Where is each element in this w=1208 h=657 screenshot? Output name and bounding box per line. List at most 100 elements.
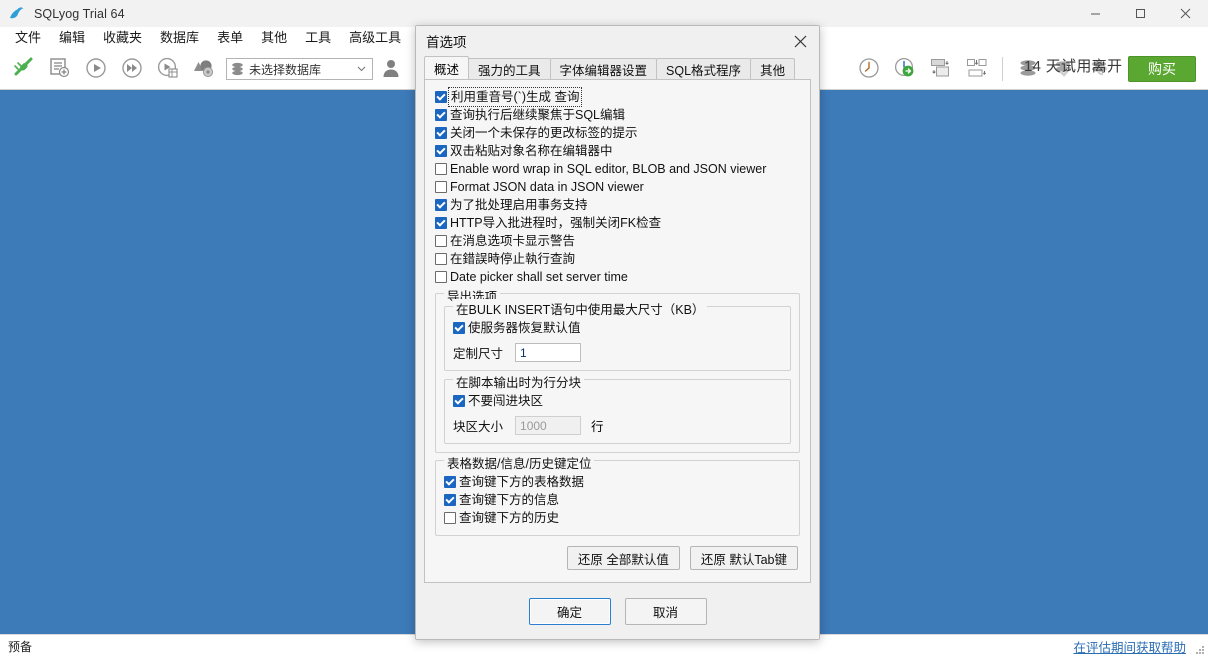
database-select[interactable]: 未选择数据库	[226, 58, 373, 80]
schedule-button[interactable]	[887, 52, 923, 86]
menu-table[interactable]: 表单	[208, 28, 252, 48]
checkbox-keep-focus-sql-editor[interactable]: 查询执行后继续聚焦于SQL编辑	[435, 106, 800, 124]
new-document-icon	[48, 57, 72, 82]
menu-favorites[interactable]: 收藏夹	[94, 28, 151, 48]
user-icon	[381, 58, 401, 81]
restore-buttons-row: 还原 全部默认值 还原 默认Tab键	[435, 546, 800, 570]
checkbox-box[interactable]	[435, 181, 447, 193]
dialog-footer: 确定 取消	[416, 583, 819, 639]
menu-database[interactable]: 数据库	[151, 28, 208, 48]
app-title: SQLyog Trial 64	[34, 6, 125, 21]
fast-forward-icon	[120, 57, 144, 82]
tab-font-editor-settings[interactable]: 字体编辑器设置	[549, 58, 658, 79]
tab-other[interactable]: 其他	[750, 58, 796, 79]
chunk-group: 在脚本输出时为行分块 不要闯进块区 块区大小 行	[444, 372, 791, 444]
checkbox-use-server-default[interactable]: 使服务器恢复默认值	[453, 319, 782, 337]
status-text: 预备	[8, 639, 33, 654]
restore-default-tab-button[interactable]: 还原 默认Tab键	[689, 546, 798, 570]
chunk-size-input[interactable]	[515, 416, 582, 435]
checkbox-do-not-chunk[interactable]: 不要闯进块区	[453, 392, 782, 410]
menu-file[interactable]: 文件	[6, 28, 50, 48]
checkbox-grid-data-below-query[interactable]: 查询键下方的表格数据	[444, 473, 791, 491]
dialog-close-button[interactable]	[781, 26, 819, 56]
checkbox-box[interactable]	[435, 253, 447, 265]
checkbox-box[interactable]	[435, 235, 447, 247]
checkbox-box[interactable]	[435, 109, 447, 121]
checkbox-box[interactable]	[435, 127, 447, 139]
execute-query-to-grid-button[interactable]	[150, 52, 186, 86]
chevron-down-icon[interactable]	[350, 66, 372, 72]
checkbox-label: 查询执行后继续聚焦于SQL编辑	[450, 108, 626, 122]
checkbox-label: 查询键下方的信息	[459, 493, 560, 507]
checkbox-box[interactable]	[435, 217, 447, 229]
checkbox-box[interactable]	[435, 145, 447, 157]
stop-query-button[interactable]	[186, 52, 222, 86]
checkbox-date-picker-server-time[interactable]: Date picker shall set server time	[435, 268, 800, 286]
checkbox-box[interactable]	[453, 395, 465, 407]
checkbox-doubleclick-paste-object-name[interactable]: 双击粘贴对象名称在编辑器中	[435, 142, 800, 160]
execute-query-button[interactable]	[78, 52, 114, 86]
close-button[interactable]	[1163, 0, 1208, 27]
cancel-button[interactable]: 取消	[624, 597, 707, 625]
checkbox-box[interactable]	[435, 163, 447, 175]
checkbox-generate-query-with-backticks[interactable]: 利用重音号(`)生成 查询	[435, 87, 800, 107]
ok-button[interactable]: 确定	[528, 597, 611, 625]
menu-tools[interactable]: 工具	[296, 28, 340, 48]
restore-all-defaults-button[interactable]: 还原 全部默认值	[566, 546, 680, 570]
user-button[interactable]	[373, 52, 409, 86]
checkbox-label: 查询键下方的表格数据	[459, 475, 585, 489]
menu-other[interactable]: 其他	[252, 28, 296, 48]
form-view-button[interactable]	[959, 52, 995, 86]
toolbar-separator	[1002, 57, 1003, 81]
grid-placement-group: 表格数据/信息/历史键定位 查询键下方的表格数据 查询键下方的信息 查询键下方的…	[435, 453, 800, 536]
checkbox-label: 关闭一个未保存的更改标签的提示	[450, 126, 638, 140]
checkbox-stop-query-on-error[interactable]: 在錯誤時停止執行查詢	[435, 250, 800, 268]
grid-placement-label: 表格数据/信息/历史键定位	[444, 453, 595, 472]
checkbox-box[interactable]	[453, 322, 465, 334]
checkbox-box[interactable]	[444, 476, 456, 488]
checkbox-enable-transaction-batch[interactable]: 为了批处理启用事务支持	[435, 196, 800, 214]
checkbox-label: 双击粘贴对象名称在编辑器中	[450, 144, 613, 158]
resize-grip-icon[interactable]	[1194, 644, 1205, 655]
help-link[interactable]: 在评估期间获取帮助	[1073, 637, 1200, 656]
checkbox-messages-below-query[interactable]: 查询键下方的信息	[444, 491, 791, 509]
tab-sql-formatter[interactable]: SQL格式程序	[656, 58, 752, 79]
history-button[interactable]	[851, 52, 887, 86]
execute-all-queries-button[interactable]	[114, 52, 150, 86]
tab-power-tools[interactable]: 强力的工具	[468, 58, 551, 79]
checkbox-box[interactable]	[435, 271, 447, 283]
checkbox-box[interactable]	[435, 199, 447, 211]
new-query-tab-button[interactable]	[42, 52, 78, 86]
checkbox-box[interactable]	[444, 494, 456, 506]
tab-general[interactable]: 概述	[424, 56, 470, 79]
menu-advanced-tools[interactable]: 高级工具	[340, 28, 410, 48]
checkbox-history-below-query[interactable]: 查询键下方的历史	[444, 509, 791, 527]
checkbox-http-import-disable-fk[interactable]: HTTP导入批进程时，强制关闭FK检查	[435, 214, 800, 232]
new-connection-button[interactable]	[6, 52, 42, 86]
checkbox-label: 使服务器恢复默认值	[468, 321, 581, 335]
buy-button[interactable]: 购买	[1128, 56, 1196, 82]
play-icon	[84, 57, 108, 82]
checkbox-enable-word-wrap[interactable]: Enable word wrap in SQL editor, BLOB and…	[435, 160, 800, 178]
checkbox-box[interactable]	[435, 91, 447, 103]
checkbox-box[interactable]	[444, 512, 456, 524]
dialog-title-bar: 首选项	[416, 26, 819, 56]
custom-size-input[interactable]	[515, 343, 582, 362]
checkbox-show-warnings-messages-tab[interactable]: 在消息选项卡显示警告	[435, 232, 800, 250]
layout-button[interactable]	[923, 52, 959, 86]
connection-icon	[12, 57, 36, 82]
chunk-size-unit: 行	[591, 420, 604, 434]
export-options-group: 导出选项 在BULK INSERT语句中使用最大尺寸（KB） 使服务器恢复默认值…	[435, 286, 800, 453]
checkbox-format-json-data[interactable]: Format JSON data in JSON viewer	[435, 178, 800, 196]
checkbox-label: 查询键下方的历史	[459, 511, 560, 525]
panel-layout-icon	[929, 57, 953, 82]
maximize-button[interactable]	[1118, 0, 1163, 27]
chunk-size-label: 块区大小	[453, 420, 504, 434]
form-view-icon	[965, 57, 989, 82]
preferences-dialog: 首选项 概述 强力的工具 字体编辑器设置 SQL格式程序 其他 利用重音号(`)…	[415, 25, 820, 640]
checkbox-label: Format JSON data in JSON viewer	[450, 180, 644, 194]
menu-edit[interactable]: 编辑	[50, 28, 94, 48]
minimize-button[interactable]	[1073, 0, 1118, 27]
bulk-insert-group: 在BULK INSERT语句中使用最大尺寸（KB） 使服务器恢复默认值 定制尺寸	[444, 299, 791, 371]
checkbox-prompt-unsaved-tab[interactable]: 关闭一个未保存的更改标签的提示	[435, 124, 800, 142]
